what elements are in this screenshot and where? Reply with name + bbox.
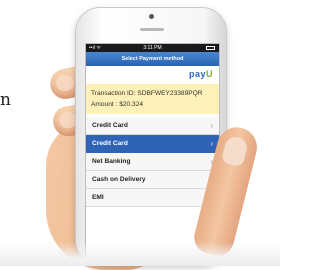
- thumbnail-nail: [220, 134, 250, 168]
- side-text-fragment: n: [0, 90, 11, 110]
- status-time: 3:11 PM: [143, 45, 162, 51]
- page-title: Select Payment method: [121, 56, 184, 62]
- front-camera: [149, 14, 154, 19]
- payment-method-label: Credit Card: [92, 122, 128, 129]
- payment-method-label: Net Banking: [92, 158, 131, 165]
- payment-method-item[interactable]: EMI›: [86, 189, 219, 207]
- payment-method-item[interactable]: Credit Card ›: [86, 135, 219, 153]
- payu-logo: payU: [189, 69, 213, 79]
- logo-text: pay: [188, 69, 206, 79]
- battery-icon: [206, 46, 215, 50]
- fingernail: [54, 73, 76, 93]
- payment-method-label: Cash on Delivery: [92, 176, 146, 183]
- nav-header: Select Payment method: [86, 52, 219, 66]
- payment-method-label: Credit Card: [92, 140, 128, 147]
- transaction-info: Transaction ID: SDBFWEY23389PQR Amount :…: [86, 84, 219, 114]
- chevron-right-icon: ›: [210, 139, 213, 148]
- logo-accent-text: U: [206, 69, 213, 79]
- transaction-amount: Amount : $20.324: [91, 101, 144, 108]
- payment-method-label: EMI: [92, 194, 104, 201]
- earpiece: [140, 28, 164, 31]
- bottom-shadow: [0, 242, 280, 266]
- chevron-right-icon: ›: [210, 121, 213, 130]
- payment-method-item[interactable]: Credit Card ›: [86, 117, 219, 135]
- payment-method-list: Credit Card›Credit Card›Net Banking›Cash…: [86, 117, 219, 207]
- status-bar: ••ıl ᯤ 3:11 PM: [86, 44, 219, 52]
- brand-row: payU: [86, 66, 219, 84]
- transaction-id: Transaction ID: SDBFWEY23389PQR: [91, 90, 203, 97]
- payment-method-item[interactable]: Cash on Delivery›: [86, 171, 219, 189]
- payment-method-item[interactable]: Net Banking›: [86, 153, 219, 171]
